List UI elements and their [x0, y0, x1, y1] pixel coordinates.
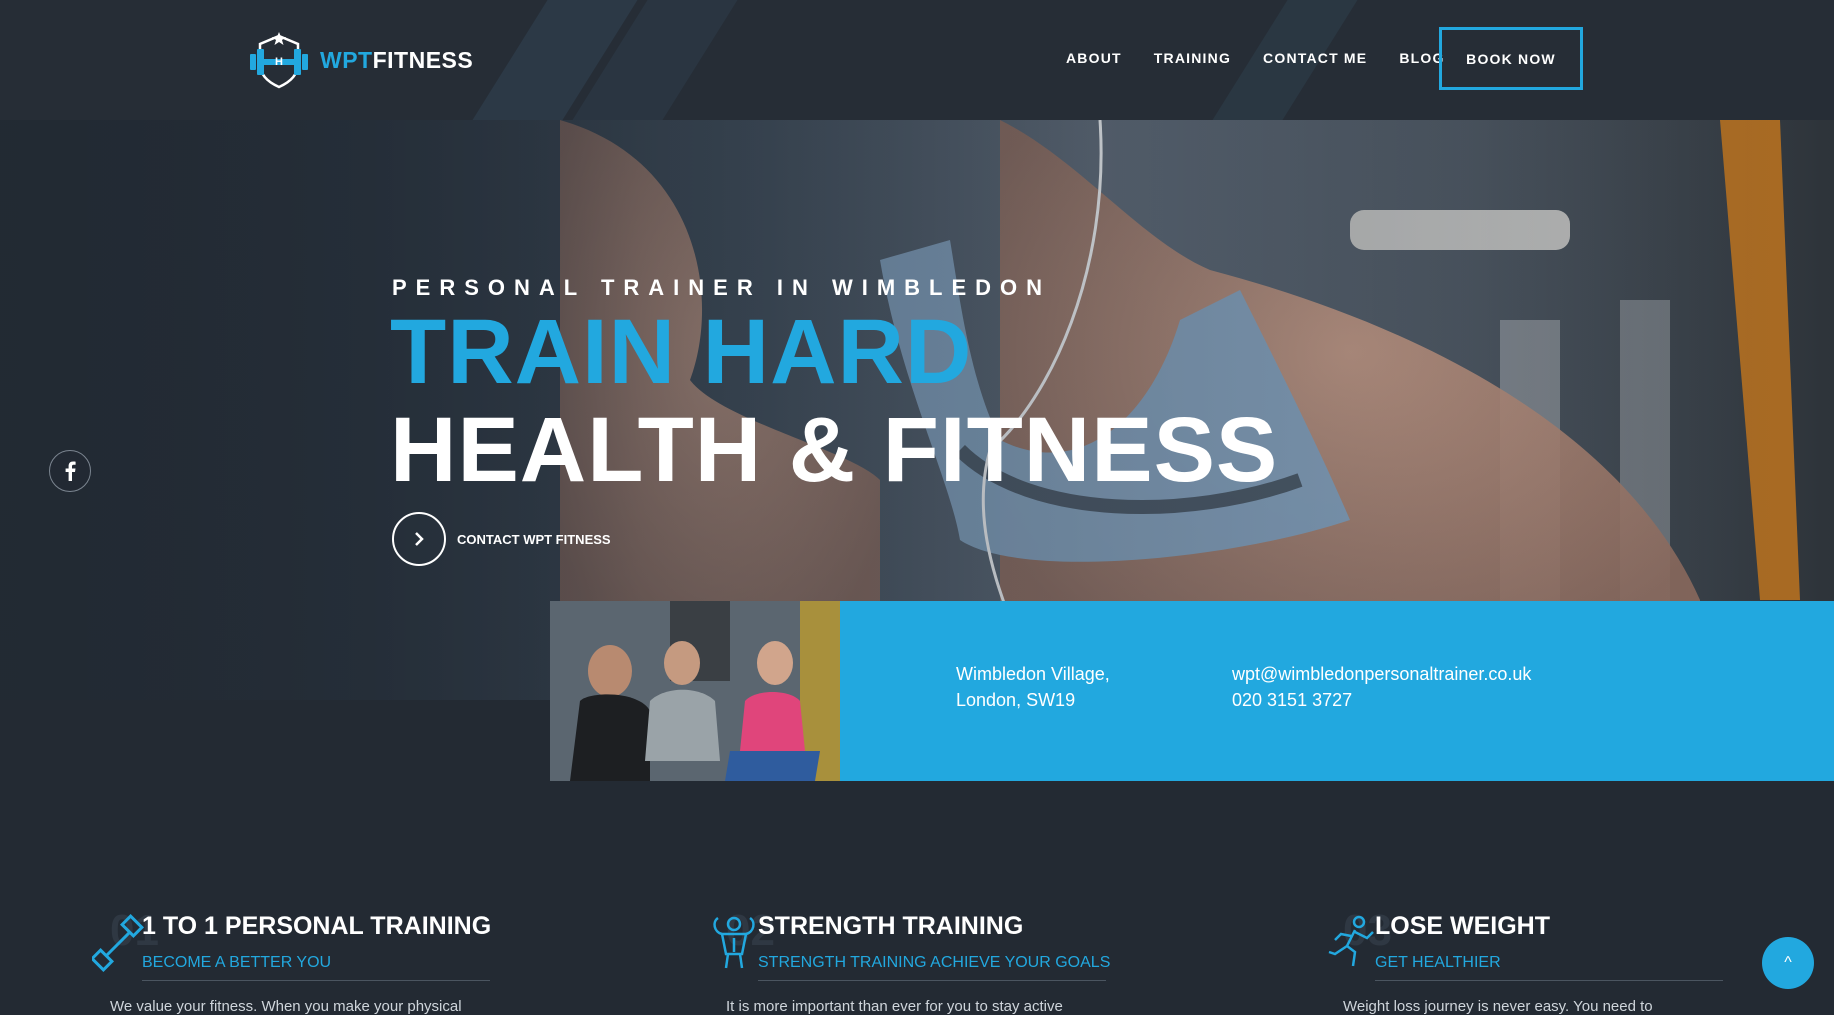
- address-line2: London, SW19: [956, 690, 1076, 710]
- service-title: LOSE WEIGHT: [1375, 912, 1550, 940]
- book-now-button[interactable]: BOOK NOW: [1439, 27, 1583, 90]
- service-description: Weight loss journey is never easy. You n…: [1343, 998, 1653, 1015]
- chevron-right-icon[interactable]: [392, 512, 446, 566]
- email-link[interactable]: wpt@wimbledonpersonaltrainer.co.uk: [1232, 661, 1531, 687]
- phone-link[interactable]: 020 3151 3727: [1232, 687, 1531, 713]
- logo-text-main: FITNESS: [372, 46, 474, 73]
- site-logo[interactable]: H WPTFITNESS: [248, 30, 473, 90]
- nav-training[interactable]: TRAINING: [1154, 40, 1231, 76]
- facebook-icon[interactable]: [49, 450, 91, 492]
- dumbbell-logo-icon: H: [250, 32, 308, 89]
- address-block: Wimbledon Village, London, SW19: [956, 661, 1110, 713]
- service-title: STRENGTH TRAINING: [758, 912, 1024, 940]
- site-header: H WPTFITNESS ABOUT TRAINING CONTACT ME B…: [0, 0, 1834, 120]
- service-tagline: BECOME A BETTER YOU: [142, 954, 332, 971]
- running-man-icon: [1328, 915, 1374, 967]
- hero-title-line2: HEALTH & FITNESS: [390, 399, 1279, 501]
- divider: [1375, 980, 1723, 981]
- svg-text:H: H: [275, 56, 283, 68]
- dumbbell-icon: [92, 913, 145, 972]
- service-tagline: STRENGTH TRAINING ACHIEVE YOUR GOALS: [758, 954, 1111, 971]
- divider: [758, 980, 1106, 981]
- logo-text: WPTFITNESS: [320, 47, 473, 74]
- hero-title-line1: TRAIN HARD: [390, 301, 973, 403]
- back-to-top-button[interactable]: ^: [1762, 937, 1814, 989]
- contact-block: wpt@wimbledonpersonaltrainer.co.uk 020 3…: [1232, 661, 1531, 713]
- service-description: It is more important than ever for you t…: [726, 998, 1063, 1015]
- muscle-man-icon: [713, 916, 755, 969]
- service-description: We value your fitness. When you make you…: [110, 998, 462, 1015]
- service-title: 1 TO 1 PERSONAL TRAINING: [142, 912, 492, 940]
- nav-contact-me[interactable]: CONTACT ME: [1263, 40, 1367, 76]
- trainer-group-photo: [550, 601, 840, 781]
- address-line1: Wimbledon Village,: [956, 664, 1110, 684]
- service-tagline: GET HEALTHIER: [1375, 954, 1501, 971]
- nav-blog[interactable]: BLOG: [1399, 40, 1444, 76]
- cta-label[interactable]: CONTACT WPT FITNESS: [457, 532, 611, 547]
- logo-text-accent: WPT: [320, 46, 373, 73]
- hero-subtitle: PERSONAL TRAINER IN WIMBLEDON: [392, 275, 1052, 300]
- nav-about[interactable]: ABOUT: [1066, 40, 1122, 76]
- contact-info-bar: Wimbledon Village, London, SW19 wpt@wimb…: [840, 601, 1834, 781]
- contact-cta[interactable]: CONTACT WPT FITNESS: [392, 512, 611, 566]
- main-nav: ABOUT TRAINING CONTACT ME BLOG: [1066, 40, 1445, 76]
- divider: [142, 980, 490, 981]
